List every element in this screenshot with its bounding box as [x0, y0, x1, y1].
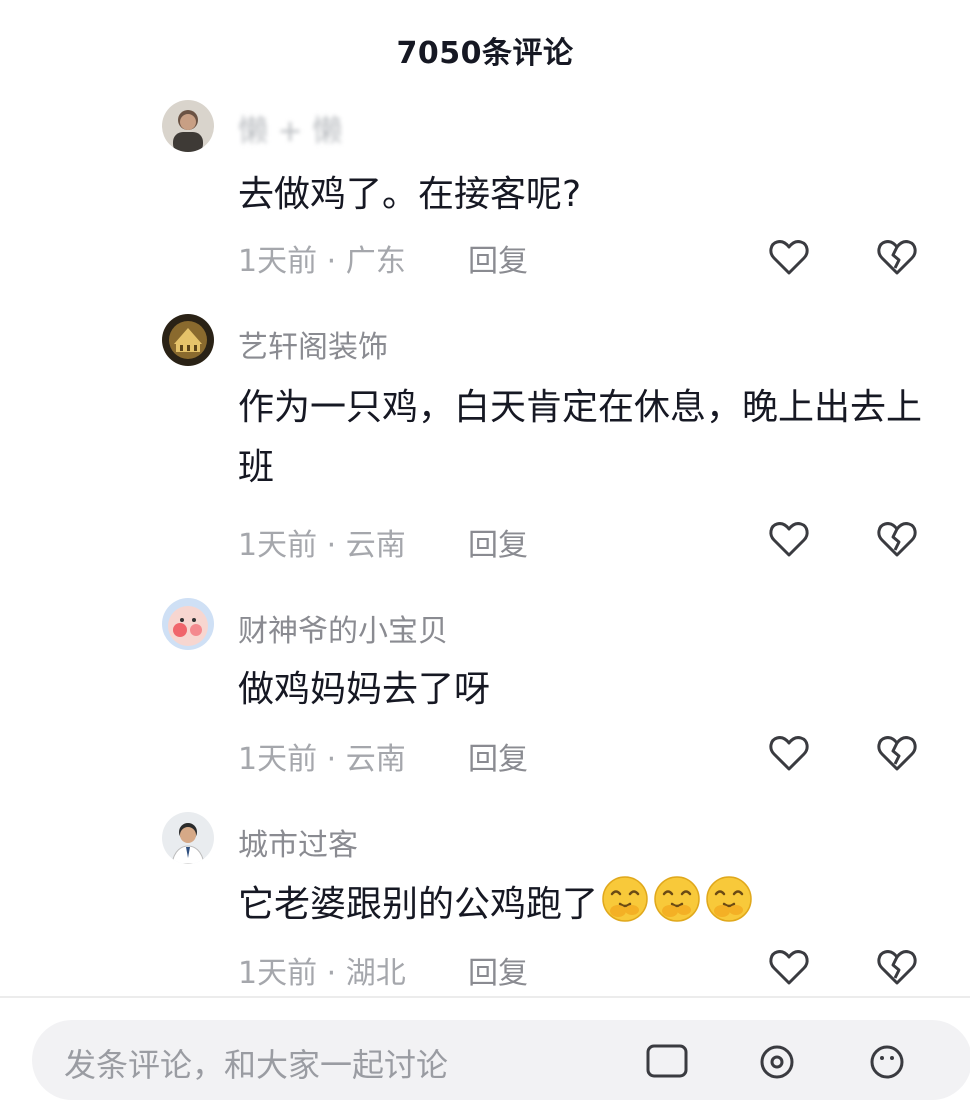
giggle-emoji — [652, 874, 702, 924]
comment-text: 作为一只鸡，白天肯定在休息，晚上出去上班 — [238, 387, 923, 488]
comment-text: 去做鸡了。在接客呢? — [238, 174, 582, 215]
comment-username[interactable]: 懒 + 懒 — [238, 106, 342, 150]
comment-meta: 1天前 · 云南 — [238, 528, 406, 563]
heart-outline-icon[interactable] — [766, 730, 812, 776]
avatar[interactable] — [162, 812, 214, 864]
comment-count-title: 7050条评论 — [396, 36, 574, 71]
emoji-group — [598, 876, 754, 925]
reply-button[interactable]: 回复 — [468, 948, 528, 992]
broken-heart-icon[interactable] — [874, 944, 920, 990]
image-icon[interactable] — [642, 1040, 692, 1080]
comment-meta: 1天前 · 湖北 — [238, 956, 406, 991]
avatar[interactable] — [162, 598, 214, 650]
broken-heart-icon[interactable] — [874, 730, 920, 776]
giggle-emoji — [600, 874, 650, 924]
emoji-icon[interactable] — [862, 1040, 912, 1080]
reply-button[interactable]: 回复 — [468, 236, 528, 280]
comment-text-content: 它老婆跟别的公鸡跑了 — [238, 884, 599, 925]
broken-heart-icon[interactable] — [874, 234, 920, 280]
giggle-emoji — [704, 874, 754, 924]
comment-text: 它老婆跟别的公鸡跑了 — [238, 874, 928, 935]
comment-username[interactable]: 艺轩阁装饰 — [238, 322, 388, 366]
heart-outline-icon[interactable] — [766, 516, 812, 562]
avatar[interactable] — [162, 100, 214, 152]
comments-panel: 7050条评论 懒 + 懒 去做鸡了。在接客呢? 1天前 · 广东 回复 艺轩阁… — [0, 0, 970, 1100]
heart-outline-icon[interactable] — [766, 234, 812, 280]
at-icon[interactable] — [752, 1040, 802, 1080]
reply-button[interactable]: 回复 — [468, 520, 528, 564]
heart-outline-icon[interactable] — [766, 944, 812, 990]
avatar[interactable] — [162, 314, 214, 366]
broken-heart-icon[interactable] — [874, 516, 920, 562]
comment-username[interactable]: 城市过客 — [238, 820, 358, 864]
comment-text: 做鸡妈妈去了呀 — [238, 669, 491, 710]
comment-meta: 1天前 · 广东 — [238, 244, 406, 279]
divider — [0, 996, 970, 998]
comment-meta: 1天前 · 云南 — [238, 742, 406, 777]
reply-button[interactable]: 回复 — [468, 734, 528, 778]
comment-input-placeholder[interactable]: 发条评论，和大家一起讨论 — [64, 1040, 448, 1086]
comment-username[interactable]: 财神爷的小宝贝 — [238, 606, 448, 650]
